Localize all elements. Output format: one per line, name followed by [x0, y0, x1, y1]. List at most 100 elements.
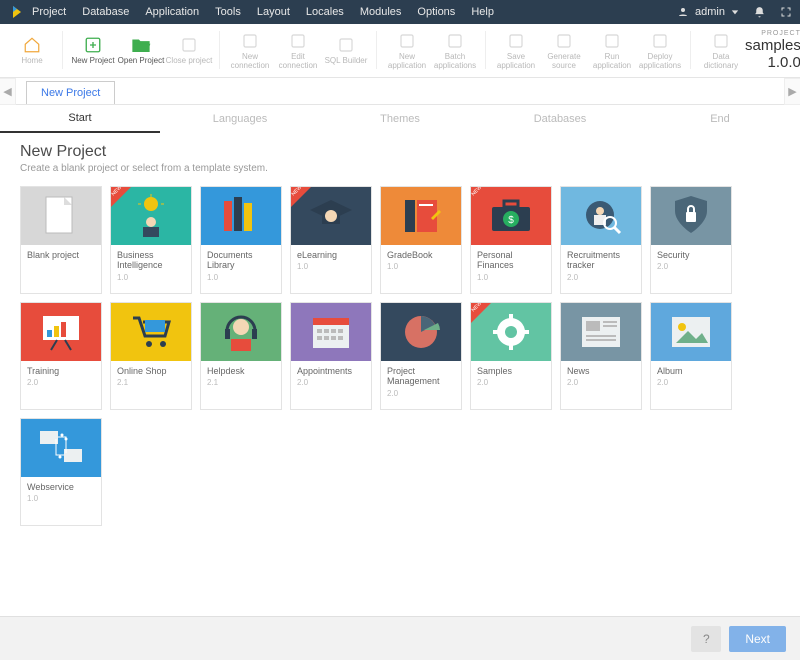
template-helpdesk[interactable]: Helpdesk 2.1 [200, 302, 282, 410]
template-thumb [291, 187, 371, 245]
tab-scroll-left[interactable]: ◀ [0, 78, 16, 105]
sql-builder-icon [335, 35, 357, 55]
step-databases[interactable]: Databases [480, 105, 640, 133]
toolbar-label: Run application [588, 53, 636, 70]
toolbar-label: Save application [492, 53, 540, 70]
menu-help[interactable]: Help [471, 6, 494, 18]
bell-icon[interactable] [753, 6, 766, 19]
template-news[interactable]: News2.0 [560, 302, 642, 410]
template-security[interactable]: Security 2.0 [650, 186, 732, 294]
menu-project[interactable]: Project [32, 6, 66, 18]
user-menu[interactable]: admin [677, 6, 739, 18]
template-online-shop[interactable]: Online Shop2.1 [110, 302, 192, 410]
template-gradebook[interactable]: GradeBook1.0 [380, 186, 462, 294]
toolbar-label: Edit connection [274, 53, 322, 70]
step-end[interactable]: End [640, 105, 800, 133]
template-recruitments-tracker[interactable]: Recruitments tracker 2.0 [560, 186, 642, 294]
toolbar-generate-source[interactable]: Generate source [540, 31, 588, 70]
template-name: Security [657, 250, 725, 260]
template-appointments[interactable]: Appointments2.0 [290, 302, 372, 410]
template-elearning[interactable]: eLearning1.0 [290, 186, 372, 294]
menu-layout[interactable]: Layout [257, 6, 290, 18]
toolbar-close-project[interactable]: Close project [165, 31, 213, 70]
save-application-icon [505, 31, 527, 51]
toolbar-batch-applications[interactable]: Batch applications [431, 31, 479, 70]
template-thumb [471, 303, 551, 361]
menu-modules[interactable]: Modules [360, 6, 402, 18]
toolbar-new-connection[interactable]: New connection [226, 31, 274, 70]
step-start[interactable]: Start [0, 105, 160, 133]
template-thumb [651, 187, 731, 245]
toolbar-run-application[interactable]: Run application [588, 31, 636, 70]
tab-new-project[interactable]: New Project [26, 81, 115, 104]
svg-text:$: $ [508, 215, 514, 226]
toolbar-label: Open Project [118, 57, 165, 65]
new-application-icon [396, 31, 418, 51]
menu-application[interactable]: Application [145, 6, 199, 18]
toolbar-home[interactable]: Home [8, 31, 56, 70]
project-info: PROJECT samples 1.0.0 [745, 30, 800, 71]
toolbar-sql-builder[interactable]: SQL Builder [322, 31, 370, 70]
step-themes[interactable]: Themes [320, 105, 480, 133]
template-version: 2.1 [207, 378, 275, 387]
template-version: 2.0 [477, 378, 545, 387]
next-button[interactable]: Next [729, 626, 786, 652]
template-thumb: $ [471, 187, 551, 245]
template-thumb [381, 187, 461, 245]
template-thumb [291, 303, 371, 361]
template-version: 2.0 [567, 273, 635, 282]
template-name: Business Intelligence [117, 250, 185, 271]
menu-options[interactable]: Options [417, 6, 455, 18]
next-label: Next [745, 632, 770, 646]
template-name: Helpdesk [207, 366, 275, 376]
template-documents-library[interactable]: Documents Library1.0 [200, 186, 282, 294]
menu-database[interactable]: Database [82, 6, 129, 18]
toolbar-new-application[interactable]: New application [383, 31, 431, 70]
open-project-icon [130, 35, 152, 55]
toolbar-data-dictionary[interactable]: Data dictionary [697, 31, 745, 70]
toolbar-label: Close project [166, 57, 213, 65]
step-languages[interactable]: Languages [160, 105, 320, 133]
menu-locales[interactable]: Locales [306, 6, 344, 18]
new-ribbon-icon [471, 187, 491, 207]
toolbar-new-project[interactable]: New Project [69, 31, 117, 70]
template-webservice[interactable]: Webservice 1.0 [20, 418, 102, 526]
chevron-down-icon [731, 8, 739, 16]
expand-icon[interactable] [780, 6, 792, 18]
toolbar-deploy-applications[interactable]: Deploy applications [636, 31, 684, 70]
toolbar-label: Data dictionary [697, 53, 745, 70]
template-version: 1.0 [297, 262, 365, 271]
toolbar-label: SQL Builder [325, 57, 368, 65]
toolbar-edit-connection[interactable]: Edit connection [274, 31, 322, 70]
generate-source-icon [553, 31, 575, 51]
template-project-management[interactable]: Project Management2.0 [380, 302, 462, 410]
home-icon [21, 35, 43, 55]
template-name: Recruitments tracker [567, 250, 635, 271]
template-personal-finances[interactable]: $Personal Finances1.0 [470, 186, 552, 294]
footer: ? Next [0, 616, 800, 660]
help-button[interactable]: ? [691, 626, 721, 652]
new-project-icon [82, 35, 104, 55]
menu-tools[interactable]: Tools [215, 6, 241, 18]
toolbar-label: Batch applications [431, 53, 479, 70]
template-name: Samples [477, 366, 545, 376]
run-application-icon [601, 31, 623, 51]
template-training[interactable]: Training2.0 [20, 302, 102, 410]
template-samples[interactable]: Samples 2.0 [470, 302, 552, 410]
tab-scroll-right[interactable]: ▶ [784, 78, 800, 105]
template-business-intelligence[interactable]: Business Intelligence1.0 [110, 186, 192, 294]
template-album[interactable]: Album2.0 [650, 302, 732, 410]
new-connection-icon [239, 31, 261, 51]
batch-applications-icon [444, 31, 466, 51]
template-thumb [381, 303, 461, 361]
toolbar-save-application[interactable]: Save application [492, 31, 540, 70]
toolbar-open-project[interactable]: Open Project [117, 31, 165, 70]
toolbar-label: New connection [226, 53, 274, 70]
template-thumb [561, 187, 641, 245]
template-thumb [111, 303, 191, 361]
template-blank-project[interactable]: Blank project [20, 186, 102, 294]
template-name: Webservice [27, 482, 95, 492]
template-version: 2.0 [657, 262, 725, 271]
template-version: 1.0 [27, 494, 95, 503]
template-thumb [21, 187, 101, 245]
